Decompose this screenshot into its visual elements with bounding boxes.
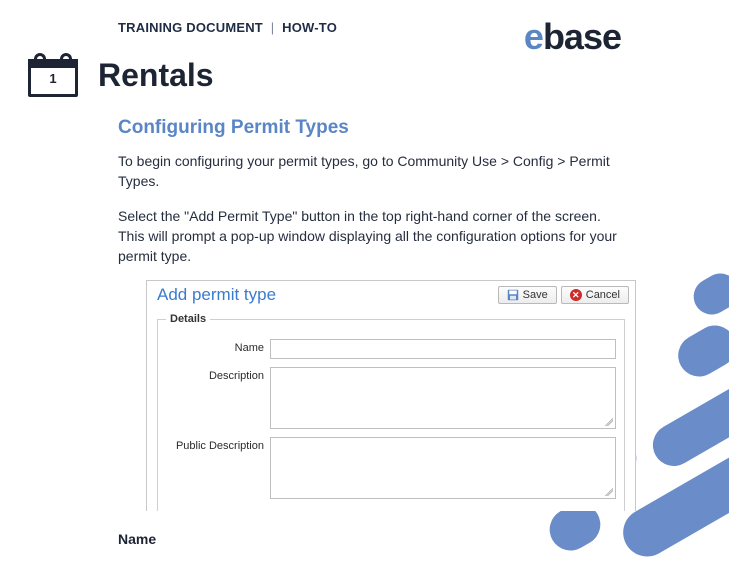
document-tag: TRAINING DOCUMENT | HOW-TO xyxy=(118,20,632,35)
description-textarea[interactable] xyxy=(270,367,616,429)
dialog-title: Add permit type xyxy=(157,285,276,305)
page-title: Rentals xyxy=(98,57,214,94)
calendar-day: 1 xyxy=(28,71,78,86)
name-subheading: Name xyxy=(118,531,632,547)
public-description-label: Public Description xyxy=(166,437,270,452)
add-permit-type-dialog: Add permit type Save ✕ Cancel Details xyxy=(146,280,636,511)
cancel-button-label: Cancel xyxy=(586,289,620,301)
details-legend: Details xyxy=(166,313,210,325)
name-input[interactable] xyxy=(270,339,616,359)
cancel-icon: ✕ xyxy=(570,289,582,301)
doc-tag-left: TRAINING DOCUMENT xyxy=(118,20,263,35)
description-label: Description xyxy=(166,367,270,382)
calendar-icon: 1 xyxy=(28,53,78,97)
intro-paragraph-2: Select the "Add Permit Type" button in t… xyxy=(118,206,618,267)
save-button-label: Save xyxy=(523,289,548,301)
section-heading: Configuring Permit Types xyxy=(118,117,632,139)
doc-tag-right: HOW-TO xyxy=(282,20,337,35)
save-button[interactable]: Save xyxy=(498,286,557,304)
save-icon xyxy=(507,289,519,301)
doc-tag-divider: | xyxy=(271,20,275,35)
details-fieldset: Details Name Description Public Descript… xyxy=(157,313,625,511)
name-label: Name xyxy=(166,339,270,354)
public-description-textarea[interactable] xyxy=(270,437,616,499)
cancel-button[interactable]: ✕ Cancel xyxy=(561,286,629,304)
intro-paragraph-1: To begin configuring your permit types, … xyxy=(118,151,618,192)
